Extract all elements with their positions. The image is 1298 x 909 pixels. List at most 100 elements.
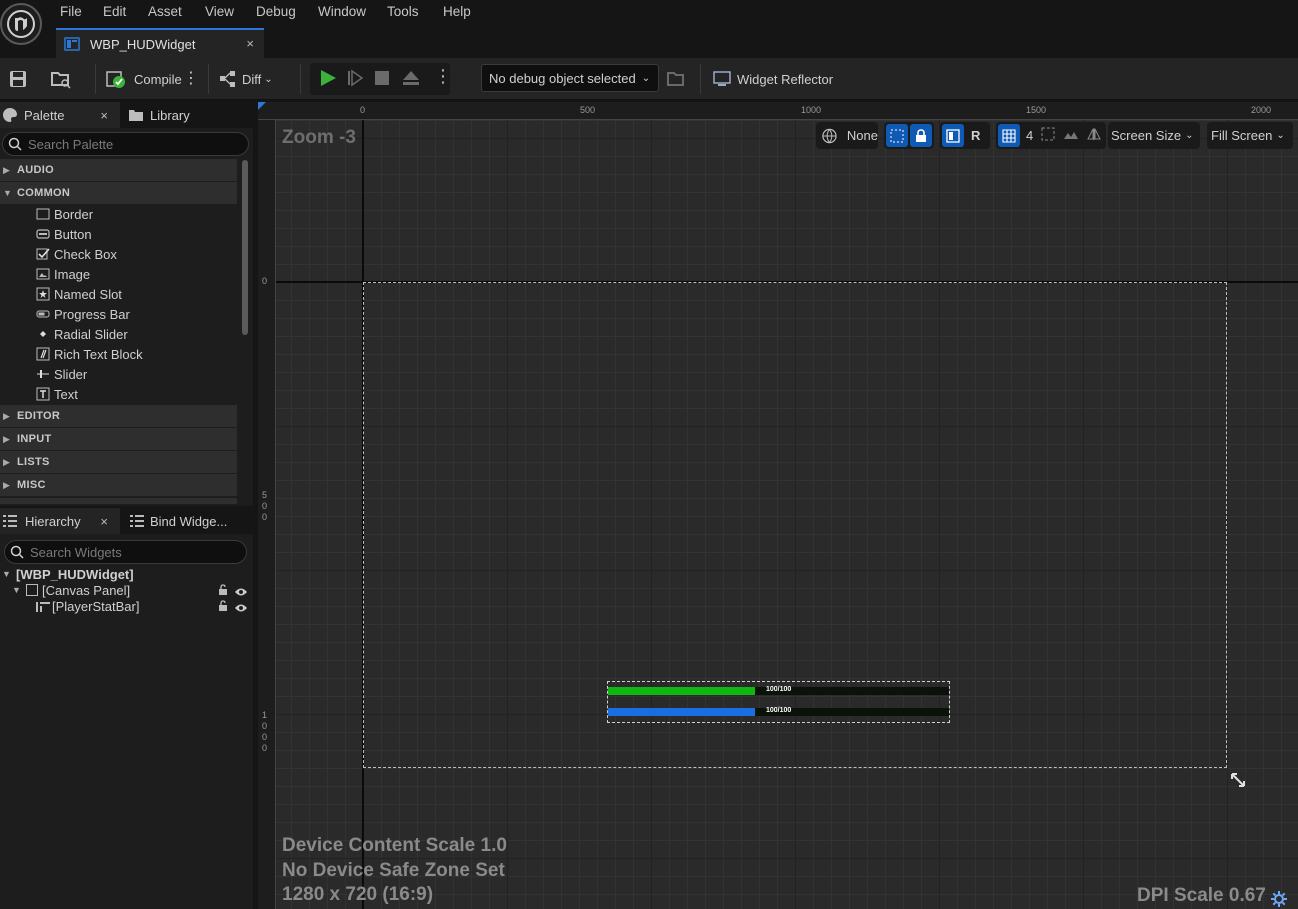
gear-icon[interactable] (1270, 890, 1288, 909)
palette-item-text[interactable]: Text (36, 384, 78, 404)
marquee-select-icon[interactable] (886, 124, 908, 147)
selection-tools-group (884, 122, 934, 149)
tab-library[interactable]: Library (122, 102, 252, 128)
category-common-label: COMMON (17, 187, 71, 199)
palette-item-named-slot[interactable]: Named Slot (36, 284, 122, 304)
health-bar-fill (608, 687, 755, 695)
ruler-label: 0 (262, 501, 268, 511)
ruler-label: 0 (262, 512, 268, 522)
menu-help[interactable]: Help (443, 4, 471, 19)
palette-item-rich-text-block[interactable]: Rich Text Block (36, 344, 143, 364)
palette-item-label: Check Box (54, 246, 117, 262)
lock-icon[interactable] (910, 124, 932, 147)
ruler-label: 0 (262, 276, 268, 286)
flip-icon[interactable] (1087, 127, 1102, 144)
category-input[interactable]: ▶ INPUT (0, 428, 237, 450)
r-toggle-button[interactable]: R (971, 128, 980, 143)
screen-size-dropdown[interactable]: Screen Size ⌄ (1108, 122, 1200, 149)
localization-preview-dropdown[interactable]: None (816, 122, 878, 149)
diff-label: Diff (242, 71, 262, 87)
compile-check-icon (106, 71, 125, 88)
menu-asset[interactable]: Asset (148, 4, 182, 19)
menu-tools[interactable]: Tools (387, 4, 419, 19)
background-image-icon[interactable] (1063, 128, 1079, 143)
palette-item-button[interactable]: Button (36, 224, 92, 244)
diff-button[interactable]: Diff ⌄ (218, 66, 273, 92)
hierarchy-icon (3, 515, 17, 527)
category-partial (0, 498, 237, 504)
palette-scrollbar[interactable] (242, 160, 248, 335)
debug-object-select[interactable]: No debug object selected ⌄ (481, 64, 659, 92)
folder-icon (129, 110, 143, 121)
palette-close-icon[interactable]: × (100, 108, 108, 123)
fill-screen-dropdown[interactable]: Fill Screen ⌄ (1207, 122, 1293, 149)
palette-item-label: Progress Bar (54, 306, 130, 322)
menu-file[interactable]: File (60, 4, 82, 19)
palette-item-slider[interactable]: Slider (36, 364, 87, 384)
stop-icon[interactable] (375, 71, 389, 88)
save-button[interactable] (8, 66, 28, 92)
menu-debug[interactable]: Debug (256, 4, 296, 19)
layout-mode-icon[interactable] (942, 124, 964, 147)
debug-browse-button[interactable] (666, 66, 686, 92)
menu-edit[interactable]: Edit (103, 4, 126, 19)
compile-button[interactable]: Compile (105, 66, 182, 92)
kebab-menu-icon[interactable]: ⋮ (434, 66, 452, 87)
bind-widgets-tab-label: Bind Widge... (150, 513, 228, 529)
widgets-search-input[interactable]: Search Widgets (4, 540, 247, 564)
menu-bar: File Edit Asset View Debug Window Tools … (0, 0, 1298, 45)
resize-handle-icon[interactable] (1229, 771, 1247, 792)
tab-close-icon[interactable]: × (246, 36, 254, 51)
palette-item-image[interactable]: Image (36, 264, 90, 284)
eye-icon[interactable] (234, 585, 248, 600)
step-icon[interactable] (346, 69, 364, 90)
tab-hierarchy[interactable]: Hierarchy × (0, 508, 120, 534)
menu-window[interactable]: Window (318, 4, 366, 19)
hierarchy-panel: Hierarchy × Bind Widge... Search Widgets… (0, 508, 253, 909)
tree-item-root[interactable]: ▼ [WBP_HUDWidget] (2, 566, 134, 582)
play-icon[interactable] (318, 68, 338, 91)
category-lists[interactable]: ▶ LISTS (0, 451, 237, 473)
lock-icon[interactable] (217, 584, 229, 599)
debug-object-label: No debug object selected (489, 70, 636, 86)
tab-palette[interactable]: Palette × (0, 102, 120, 128)
hierarchy-close-icon[interactable]: × (100, 514, 108, 529)
category-common[interactable]: ▼ COMMON (0, 182, 237, 204)
category-editor[interactable]: ▶ EDITOR (0, 405, 237, 427)
category-audio[interactable]: ▶ AUDIO (0, 159, 237, 181)
grid-snap-value[interactable]: 4 (1026, 128, 1033, 143)
eject-icon[interactable] (402, 69, 420, 90)
widgets-search-placeholder: Search Widgets (30, 544, 122, 560)
eye-icon[interactable] (234, 601, 248, 616)
palette-item-progress-bar[interactable]: Progress Bar (36, 304, 130, 324)
tree-root-label: [WBP_HUDWidget] (16, 566, 134, 582)
globe-icon (822, 128, 837, 143)
search-icon (8, 137, 22, 151)
tree-item-player-stat-bar[interactable]: [PlayerStatBar] (36, 598, 139, 614)
compile-options-button[interactable]: ⋮ (183, 66, 199, 92)
browse-button[interactable] (50, 66, 72, 92)
palette-search-input[interactable]: Search Palette (2, 132, 249, 156)
main-toolbar: Compile ⋮ Diff ⌄ ⋮ No debug object selec… (0, 58, 1298, 100)
palette-item-check-box[interactable]: Check Box (36, 244, 117, 264)
lock-icon[interactable] (217, 600, 229, 615)
safe-zone-status: No Device Safe Zone Set (282, 860, 505, 881)
chevron-down-icon: ▼ (2, 569, 11, 579)
tree-item-canvas-panel[interactable]: ▼ [Canvas Panel] (12, 582, 130, 598)
tab-wbp-hudwidget[interactable]: WBP_HUDWidget × (56, 28, 264, 58)
widget-reflector-button[interactable]: Widget Reflector (712, 66, 833, 92)
grid-icon[interactable] (998, 124, 1020, 147)
health-bar-text: 100/100 (766, 686, 792, 693)
menu-view[interactable]: View (205, 4, 234, 19)
chevron-down-icon: ⌄ (264, 73, 273, 85)
search-icon (10, 545, 24, 559)
category-misc[interactable]: ▶ MISC (0, 474, 237, 496)
unreal-logo-icon[interactable] (0, 3, 42, 45)
respect-locks-group: R (940, 122, 990, 149)
zoom-to-fit-icon[interactable] (1041, 127, 1055, 144)
document-tab-strip: WBP_HUDWidget × (44, 28, 1298, 58)
palette-item-radial-slider[interactable]: Radial Slider (36, 324, 128, 344)
ruler-label: 500 (580, 105, 596, 115)
palette-item-border[interactable]: Border (36, 204, 93, 224)
tab-bind-widgets[interactable]: Bind Widge... (122, 508, 253, 534)
